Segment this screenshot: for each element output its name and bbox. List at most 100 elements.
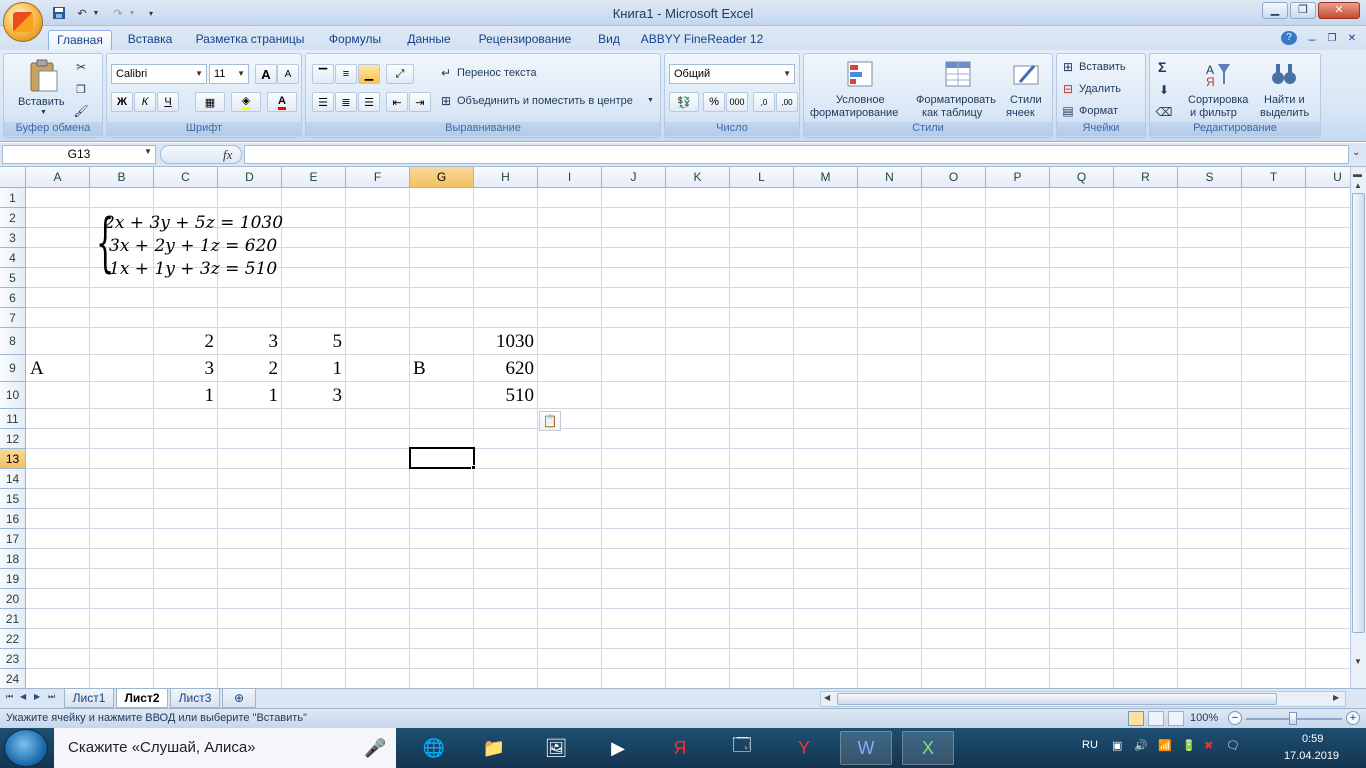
row-header[interactable]: 24 bbox=[0, 669, 26, 688]
tab-page-layout[interactable]: Разметка страницы bbox=[190, 30, 310, 50]
row-header[interactable]: 11 bbox=[0, 409, 26, 429]
row-header[interactable]: 7 bbox=[0, 308, 26, 328]
increase-indent-icon[interactable]: ⇥ bbox=[409, 92, 431, 112]
italic-button[interactable]: К bbox=[134, 92, 156, 112]
font-color-button[interactable]: A bbox=[267, 92, 297, 112]
column-header[interactable]: E bbox=[282, 167, 346, 188]
network-icon[interactable]: 📶 bbox=[1158, 739, 1172, 752]
align-bottom-icon[interactable]: ▁ bbox=[358, 64, 380, 84]
autosum-button[interactable]: Σ bbox=[1158, 59, 1166, 75]
help-icon[interactable]: ? bbox=[1281, 31, 1297, 45]
column-header[interactable]: U bbox=[1306, 167, 1350, 188]
row-header[interactable]: 6 bbox=[0, 288, 26, 308]
column-header[interactable]: C bbox=[154, 167, 218, 188]
row-header[interactable]: 1 bbox=[0, 188, 26, 208]
sort-filter-icon[interactable]: AЯ bbox=[1202, 58, 1234, 90]
find-select-icon[interactable] bbox=[1268, 58, 1300, 90]
font-name-combo[interactable]: Calibri ▼ bbox=[111, 64, 207, 84]
currency-icon[interactable]: 💱 bbox=[669, 92, 699, 112]
thousands-button[interactable]: 000 bbox=[726, 92, 748, 112]
zoom-out-icon[interactable]: − bbox=[1228, 711, 1242, 725]
clock-date[interactable]: 17.04.2019 bbox=[1284, 750, 1339, 762]
cell-D10[interactable]: 1 bbox=[218, 385, 279, 407]
first-sheet-icon[interactable]: ⏮ bbox=[6, 692, 13, 702]
column-header[interactable]: B bbox=[90, 167, 154, 188]
cell-A9[interactable]: A bbox=[30, 358, 44, 380]
grow-font-button[interactable]: A bbox=[255, 64, 277, 84]
cell-E9[interactable]: 1 bbox=[282, 358, 343, 380]
percent-button[interactable]: % bbox=[703, 92, 725, 112]
vertical-scroll-thumb[interactable] bbox=[1352, 193, 1365, 633]
paste-icon[interactable] bbox=[22, 58, 64, 94]
tab-insert[interactable]: Вставка bbox=[118, 30, 182, 50]
battery-icon[interactable]: 🔋 bbox=[1182, 739, 1196, 752]
scroll-left-icon[interactable]: ◀ bbox=[824, 693, 830, 702]
doc-close-button[interactable]: ✕ bbox=[1344, 30, 1360, 50]
borders-button[interactable]: ▦ bbox=[195, 92, 225, 112]
underline-button[interactable]: Ч bbox=[157, 92, 179, 112]
clock-time[interactable]: 0:59 bbox=[1302, 733, 1323, 745]
horizontal-scrollbar[interactable]: ◀ ▶ bbox=[820, 691, 1346, 707]
column-header[interactable]: R bbox=[1114, 167, 1178, 188]
cell-H8[interactable]: 1030 bbox=[474, 331, 534, 353]
column-header[interactable]: M bbox=[794, 167, 858, 188]
find-select-label[interactable]: Найти и bbox=[1264, 94, 1305, 106]
security-icon[interactable]: ✖ bbox=[1204, 739, 1213, 752]
active-cell-G13[interactable] bbox=[409, 447, 475, 469]
column-header[interactable]: F bbox=[346, 167, 410, 188]
select-all-button[interactable] bbox=[0, 167, 26, 188]
scroll-right-icon[interactable]: ▶ bbox=[1333, 693, 1339, 702]
browser-icon[interactable]: 🌐 bbox=[408, 731, 460, 765]
row-header[interactable]: 15 bbox=[0, 489, 26, 509]
formula-input[interactable] bbox=[244, 145, 1349, 164]
merge-center-button[interactable]: Объединить и поместить в центре bbox=[457, 95, 633, 107]
cell-C8[interactable]: 2 bbox=[154, 331, 215, 353]
row-header[interactable]: 20 bbox=[0, 589, 26, 609]
insert-function-button[interactable]: fx bbox=[223, 147, 232, 163]
row-header[interactable]: 8 bbox=[0, 328, 26, 355]
expand-formula-bar-icon[interactable]: ⌄ bbox=[1352, 147, 1360, 158]
column-header[interactable]: Q bbox=[1050, 167, 1114, 188]
close-button[interactable]: ✕ bbox=[1318, 2, 1360, 19]
zoom-slider-thumb[interactable] bbox=[1289, 712, 1297, 725]
paste-button[interactable]: Вставить bbox=[18, 96, 65, 108]
row-header[interactable]: 5 bbox=[0, 268, 26, 288]
bold-button[interactable]: Ж bbox=[111, 92, 133, 112]
last-sheet-icon[interactable]: ⏭ bbox=[48, 692, 55, 702]
insert-cells-button[interactable]: Вставить bbox=[1079, 61, 1126, 73]
scroll-down-icon[interactable]: ▼ bbox=[1354, 657, 1362, 666]
zoom-level[interactable]: 100% bbox=[1190, 712, 1218, 724]
cell-E8[interactable]: 5 bbox=[282, 331, 343, 353]
word-icon[interactable]: W bbox=[840, 731, 892, 765]
cell-C9[interactable]: 3 bbox=[154, 358, 215, 380]
language-indicator[interactable]: RU bbox=[1082, 739, 1098, 751]
split-box-icon[interactable]: ▬ bbox=[1353, 169, 1362, 179]
wrap-text-button[interactable]: Перенос текста bbox=[457, 67, 537, 79]
paste-dropdown-icon[interactable]: ▼ bbox=[40, 109, 47, 116]
column-header[interactable]: K bbox=[666, 167, 730, 188]
notifications-icon[interactable]: 🗨 bbox=[1226, 739, 1240, 752]
clear-icon[interactable]: ⌫ bbox=[1156, 104, 1173, 120]
row-header[interactable]: 4 bbox=[0, 248, 26, 268]
copy-icon[interactable]: ❐ bbox=[72, 81, 90, 97]
normal-view-icon[interactable] bbox=[1128, 711, 1144, 726]
format-cells-button[interactable]: Формат bbox=[1079, 105, 1118, 117]
row-header[interactable]: 16 bbox=[0, 509, 26, 529]
slideshow-app-icon[interactable]: 🖼 bbox=[530, 731, 582, 765]
tab-data[interactable]: Данные bbox=[398, 30, 460, 50]
office-button[interactable] bbox=[3, 2, 43, 42]
cell-styles-label[interactable]: Стили bbox=[1010, 94, 1042, 106]
orientation-icon[interactable]: ⤢ bbox=[386, 64, 414, 84]
sheet-tab-2[interactable]: Лист2 bbox=[116, 689, 168, 708]
vertical-scrollbar[interactable]: ▬ ▲ ▼ bbox=[1350, 167, 1366, 688]
number-format-combo[interactable]: Общий ▼ bbox=[669, 64, 795, 84]
sort-filter-label[interactable]: Сортировка bbox=[1188, 94, 1248, 106]
column-header[interactable]: S bbox=[1178, 167, 1242, 188]
file-explorer-icon[interactable]: 📁 bbox=[468, 731, 520, 765]
worksheet-grid[interactable]: ABCDEFGHIJKLMNOPQRSTU 1 2 3 4 5 6 7 8 9 10 11 12 13 1… bbox=[0, 167, 1350, 688]
row-header[interactable]: 14 bbox=[0, 469, 26, 489]
sort-filter-label-2[interactable]: и фильтр bbox=[1190, 107, 1237, 119]
column-header[interactable]: G bbox=[410, 167, 474, 188]
page-layout-view-icon[interactable] bbox=[1148, 711, 1164, 726]
equation-object[interactable]: { 2x + 3y + 5z = 1030 3x + 2y + 1z = 620… bbox=[96, 207, 286, 283]
